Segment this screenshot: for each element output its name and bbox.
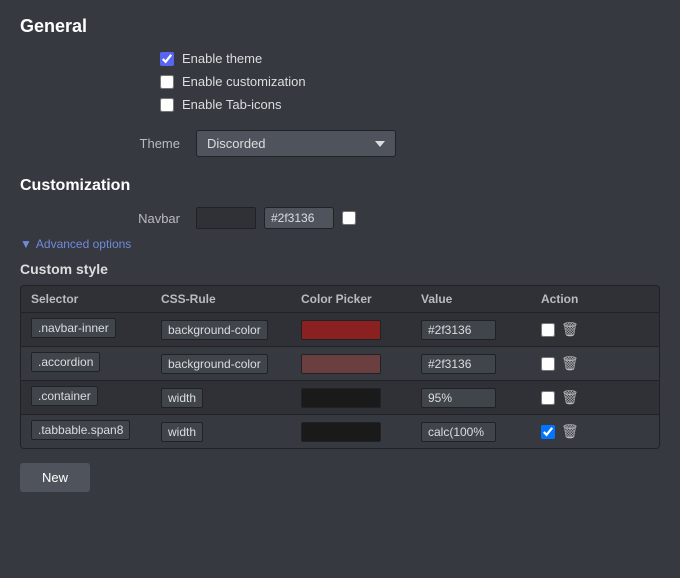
row1-action: 🗑 — [541, 321, 621, 338]
row1-color-picker[interactable] — [301, 320, 381, 340]
row1-selector: .navbar-inner — [31, 318, 116, 338]
row4-action: 🗑 — [541, 423, 621, 440]
enable-tab-icons-text: Enable Tab-icons — [182, 97, 282, 112]
theme-label: Theme — [100, 136, 180, 151]
enable-customization-label[interactable]: Enable customization — [160, 74, 660, 89]
row2-action: 🗑 — [541, 355, 621, 372]
custom-style-table: Selector CSS-Rule Color Picker Value Act… — [20, 285, 660, 449]
advanced-options-toggle[interactable]: ▼ Advanced options — [20, 237, 660, 251]
row2-color-picker[interactable] — [301, 354, 381, 374]
row4-selector: .tabbable.span8 — [31, 420, 130, 440]
row3-css-rule: width — [161, 388, 203, 408]
row2-value: #2f3136 — [421, 354, 496, 374]
col-css-rule: CSS-Rule — [161, 292, 301, 306]
theme-select[interactable]: Discorded Default Dark Light — [196, 130, 396, 157]
row2-css-rule: background-color — [161, 354, 268, 374]
row3-action: 🗑 — [541, 389, 621, 406]
enable-theme-checkbox[interactable] — [160, 52, 174, 66]
table-row: .container width 95% 🗑 — [21, 381, 659, 415]
enable-theme-label[interactable]: Enable theme — [160, 51, 660, 66]
general-title: General — [20, 16, 660, 37]
navbar-label: Navbar — [100, 211, 180, 226]
table-row: .tabbable.span8 width calc(100% 🗑 — [21, 415, 659, 448]
row4-css-rule: width — [161, 422, 203, 442]
table-row: .navbar-inner background-color #2f3136 🗑 — [21, 313, 659, 347]
row1-value: #2f3136 — [421, 320, 496, 340]
navbar-checkbox[interactable] — [342, 211, 356, 225]
row4-value: calc(100% — [421, 422, 496, 442]
table-header: Selector CSS-Rule Color Picker Value Act… — [21, 286, 659, 313]
enable-customization-checkbox[interactable] — [160, 75, 174, 89]
row2-delete-icon[interactable]: 🗑 — [561, 355, 579, 372]
advanced-arrow-icon: ▼ — [20, 237, 32, 251]
row2-checkbox[interactable] — [541, 357, 555, 371]
row3-selector: .container — [31, 386, 98, 406]
row1-checkbox[interactable] — [541, 323, 555, 337]
general-checkboxes: Enable theme Enable customization Enable… — [160, 51, 660, 112]
col-value: Value — [421, 292, 541, 306]
theme-row: Theme Discorded Default Dark Light — [100, 130, 660, 157]
enable-customization-text: Enable customization — [182, 74, 306, 89]
row1-delete-icon[interactable]: 🗑 — [561, 321, 579, 338]
enable-tab-icons-label[interactable]: Enable Tab-icons — [160, 97, 660, 112]
col-selector: Selector — [31, 292, 161, 306]
col-color-picker: Color Picker — [301, 292, 421, 306]
custom-style-title: Custom style — [20, 261, 660, 277]
row4-checkbox[interactable] — [541, 425, 555, 439]
table-row: .accordion background-color #2f3136 🗑 — [21, 347, 659, 381]
row2-selector: .accordion — [31, 352, 100, 372]
navbar-row: Navbar — [100, 207, 660, 229]
row3-checkbox[interactable] — [541, 391, 555, 405]
row4-delete-icon[interactable]: 🗑 — [561, 423, 579, 440]
row4-color-picker[interactable] — [301, 422, 381, 442]
row3-color-picker[interactable] — [301, 388, 381, 408]
new-button[interactable]: New — [20, 463, 90, 492]
navbar-color-preview[interactable] — [196, 207, 256, 229]
advanced-options-label: Advanced options — [36, 237, 131, 251]
enable-tab-icons-checkbox[interactable] — [160, 98, 174, 112]
col-action: Action — [541, 292, 621, 306]
row1-css-rule: background-color — [161, 320, 268, 340]
customization-title: Customization — [20, 177, 660, 195]
enable-theme-text: Enable theme — [182, 51, 262, 66]
row3-value: 95% — [421, 388, 496, 408]
row3-delete-icon[interactable]: 🗑 — [561, 389, 579, 406]
navbar-hex-input[interactable] — [264, 207, 334, 229]
custom-style-section: Custom style Selector CSS-Rule Color Pic… — [20, 261, 660, 449]
